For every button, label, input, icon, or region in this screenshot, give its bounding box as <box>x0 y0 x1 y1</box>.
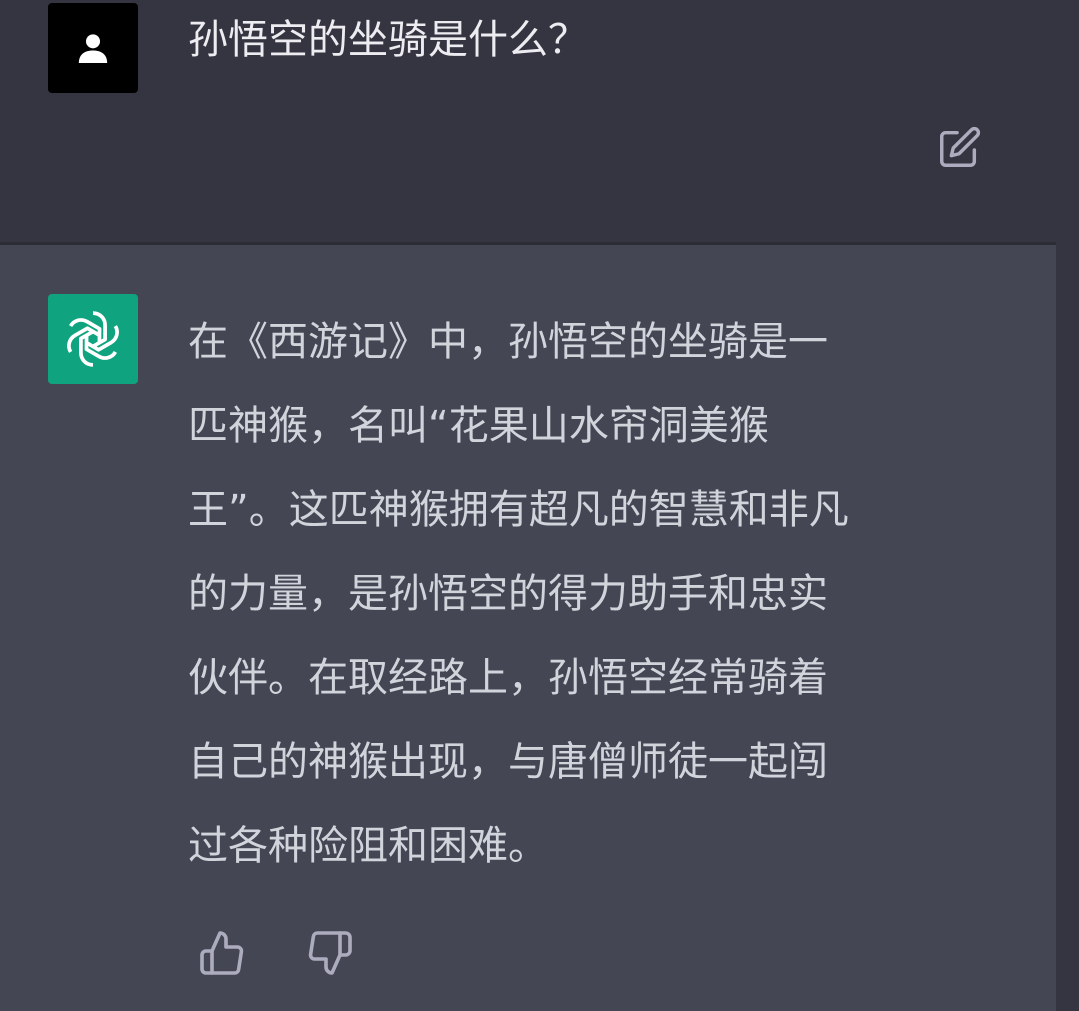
thumbs-down-button[interactable] <box>302 925 358 981</box>
response-line: 在《西游记》中，孙悟空的坐骑是一 <box>188 319 828 365</box>
scrollbar-gutter <box>1056 245 1079 1011</box>
user-silhouette-icon <box>78 34 108 63</box>
response-line: 匹神猴，名叫“花果山水帘洞美猴 <box>188 403 769 449</box>
assistant-message-row: 在《西游记》中，孙悟空的坐骑是一 匹神猴，名叫“花果山水帘洞美猴 王”。这匹神猴… <box>0 245 1056 1011</box>
thumbs-up-icon <box>200 931 244 975</box>
thumbs-down-icon <box>308 931 352 975</box>
response-line: 伙伴。在取经路上，孙悟空经常骑着 <box>188 655 828 701</box>
response-line: 王”。这匹神猴拥有超凡的智慧和非凡 <box>188 487 849 533</box>
chat-page: 孙悟空的坐骑是什么？ 在《西游记》中，孙悟空的坐骑是一 匹神猴，名叫“花果山水帘… <box>0 0 1079 1011</box>
user-avatar <box>48 3 138 93</box>
openai-logo-icon <box>67 311 119 367</box>
response-line: 的力量，是孙悟空的得力助手和忠实 <box>188 571 828 617</box>
thumbs-up-button[interactable] <box>194 925 250 981</box>
user-message-row: 孙悟空的坐骑是什么？ <box>0 0 1079 244</box>
edit-icon <box>940 126 981 167</box>
assistant-avatar <box>48 294 138 384</box>
response-line: 自己的神猴出现，与唐僧师徒一起闯 <box>188 739 828 785</box>
edit-message-button[interactable] <box>933 122 985 174</box>
assistant-message-text: 在《西游记》中，孙悟空的坐骑是一 匹神猴，名叫“花果山水帘洞美猴 王”。这匹神猴… <box>188 300 988 888</box>
response-line: 过各种险阻和困难。 <box>188 823 548 869</box>
user-message-text: 孙悟空的坐骑是什么？ <box>188 17 588 63</box>
